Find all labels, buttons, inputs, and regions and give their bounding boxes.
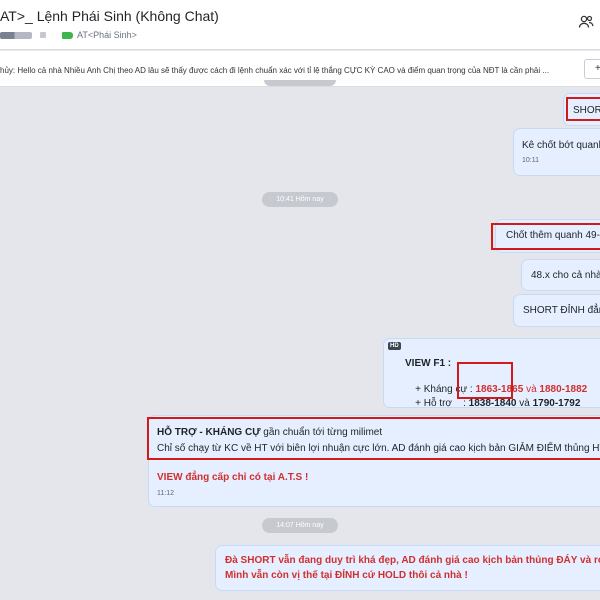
chat-subline: AT<Phái Sinh> [0, 28, 137, 42]
message-bubble[interactable]: Kê chốt bớt quanh 10:11 [513, 128, 600, 176]
message-time: 10:11 [522, 157, 539, 164]
date-separator: 14:07 Hôm nay [262, 518, 338, 533]
pinned-add-button[interactable]: + [584, 59, 600, 79]
message-bubble[interactable]: Đà SHORT vẫn đang duy trì khá đẹp, AD đá… [215, 545, 600, 591]
hd-badge: HD [388, 342, 401, 350]
tag-icon [62, 31, 73, 39]
support-value-2: 1790-1792 [532, 398, 581, 408]
message-text: Kê chốt bớt quanh [522, 140, 600, 151]
blurred-member-avatars [0, 31, 32, 39]
message-text: Đà SHORT vẫn đang duy trì khá đẹp, AD đá… [225, 555, 600, 566]
support-value-1: 1838-1840 [468, 398, 517, 408]
message-time: 11:12 [157, 490, 174, 497]
message-text: VIEW đẳng cấp chỉ có tại A.T.S ! [157, 472, 309, 483]
highlight-box [147, 417, 600, 460]
chat-title[interactable]: AT>_ Lệnh Phái Sinh (Không Chat) [0, 8, 219, 24]
message-text: 48.x cho cả nhà. [531, 270, 600, 281]
support-prefix: + Hỗ trợ : [415, 398, 469, 408]
highlight-box [491, 223, 600, 250]
pinned-message-text[interactable]: hủy: Hello cả nhà Nhiều Anh Chị theo AD … [0, 66, 549, 75]
message-bubble[interactable]: 48.x cho cả nhà. [521, 259, 600, 291]
message-text: SHORT ĐỈNH đẳng [523, 305, 600, 316]
support-and: và [516, 398, 533, 408]
view-title: VIEW F1 : [405, 358, 452, 369]
group-tag-label[interactable]: AT<Phái Sinh> [77, 30, 137, 40]
people-icon[interactable] [578, 14, 594, 30]
highlight-box [457, 362, 513, 399]
blurred-member-dot [40, 32, 46, 38]
message-bubble[interactable]: SHORT ĐỈNH đẳng [513, 294, 600, 327]
date-separator: 10:41 Hôm nay [262, 192, 338, 207]
chat-header: AT>_ Lệnh Phái Sinh (Không Chat) AT<Phái… [0, 0, 600, 50]
highlight-box [566, 97, 600, 121]
scroll-top-pill [264, 80, 336, 86]
message-text: Mình vẫn còn vị thế tại ĐỈNH cứ HOLD thô… [225, 570, 468, 581]
